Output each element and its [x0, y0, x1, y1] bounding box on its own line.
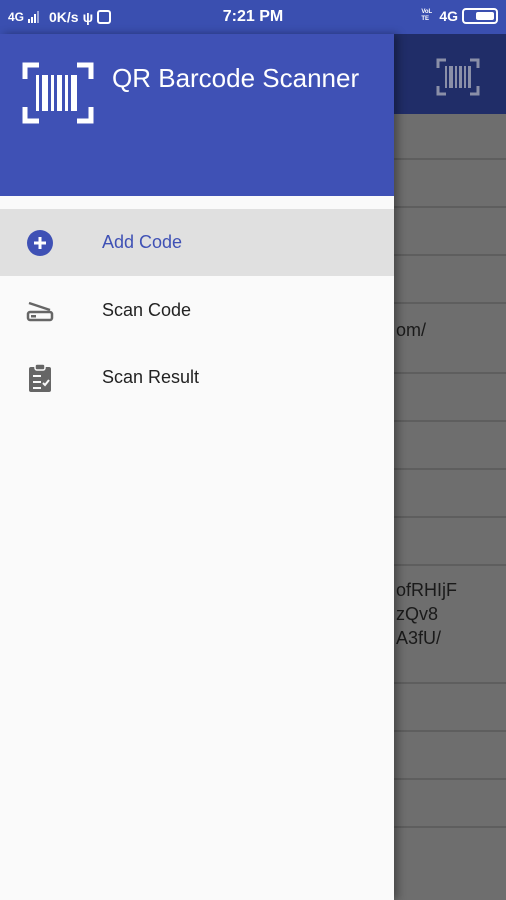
result-snippet: ofRHIjF — [396, 580, 458, 600]
volte-label: VoLTE — [421, 9, 433, 22]
main-app-bar — [394, 34, 506, 114]
divider — [394, 372, 506, 374]
main-content-scrim[interactable]: om/ ofRHIjF zQv8 A3fU/ — [394, 34, 506, 900]
divider — [394, 158, 506, 160]
barcode-scan-icon[interactable] — [436, 58, 480, 96]
drawer-header: QR Barcode Scanner — [0, 34, 394, 196]
result-snippet: zQv8 — [396, 604, 439, 624]
add-circle-icon — [26, 229, 54, 257]
divider — [394, 730, 506, 732]
barcode-logo-icon — [22, 62, 94, 124]
result-snippet: om/ — [396, 320, 427, 340]
divider — [394, 826, 506, 828]
menu-item-label: Scan Result — [102, 367, 200, 387]
divider — [394, 206, 506, 208]
clipboard-check-icon — [26, 362, 54, 392]
menu-item-scan-code[interactable]: Scan Code — [0, 277, 394, 344]
divider — [394, 564, 506, 566]
result-snippet: A3fU/ — [396, 628, 442, 648]
status-right: VoLTE 4G — [421, 8, 498, 24]
divider — [394, 778, 506, 780]
divider — [394, 420, 506, 422]
menu-item-label: Add Code — [102, 232, 183, 252]
divider — [394, 468, 506, 470]
app-title: QR Barcode Scanner — [112, 63, 360, 93]
navigation-drawer: QR Barcode Scanner Add Code Scan Code Sc… — [0, 34, 394, 900]
menu-item-scan-result[interactable]: Scan Result — [0, 344, 394, 411]
battery-icon — [462, 8, 498, 24]
menu-item-label: Scan Code — [102, 300, 192, 320]
menu-item-add-code[interactable]: Add Code — [0, 209, 394, 276]
scanner-icon — [26, 297, 54, 325]
divider — [394, 682, 506, 684]
divider — [394, 254, 506, 256]
status-bar: 4G 0K/s ψ 7:21 PM VoLTE 4G — [0, 0, 506, 34]
divider — [394, 516, 506, 518]
network-type-right: 4G — [439, 8, 458, 24]
divider — [394, 302, 506, 304]
